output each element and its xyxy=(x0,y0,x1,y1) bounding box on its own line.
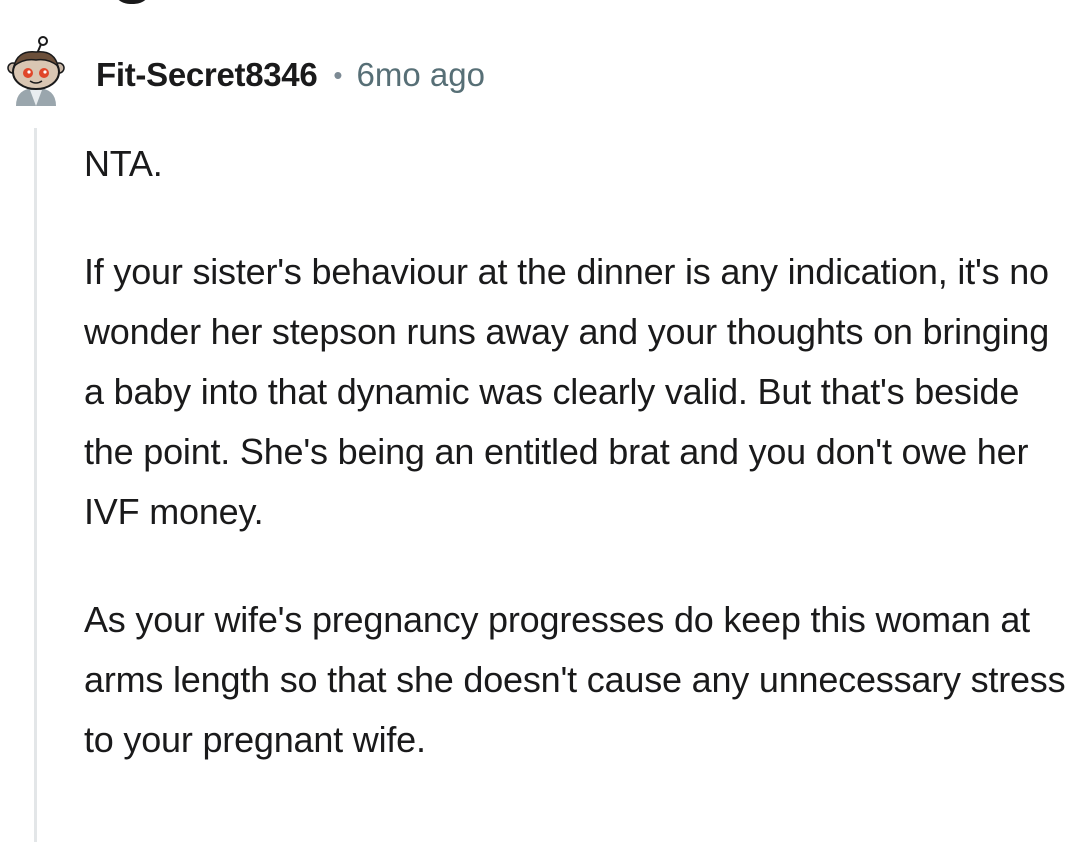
comment-header: Fit-Secret8346 • 6mo ago xyxy=(96,52,485,98)
comment-paragraph: As your wife's pregnancy progresses do k… xyxy=(84,599,1066,760)
comment-paragraph: If your sister's behaviour at the dinner… xyxy=(84,251,1050,532)
comment-body: NTA. If your sister's behaviour at the d… xyxy=(84,134,1074,770)
snoo-avatar-icon xyxy=(7,36,65,106)
avatar[interactable] xyxy=(4,36,68,108)
username-link[interactable]: Fit-Secret8346 xyxy=(96,56,318,94)
meta-separator: • xyxy=(333,59,343,90)
comment-paragraph: NTA. xyxy=(84,143,163,184)
timestamp[interactable]: 6mo ago xyxy=(357,56,485,94)
comment: Fit-Secret8346 • 6mo ago NTA. If your si… xyxy=(0,0,1080,842)
thread-line[interactable] xyxy=(34,128,37,842)
